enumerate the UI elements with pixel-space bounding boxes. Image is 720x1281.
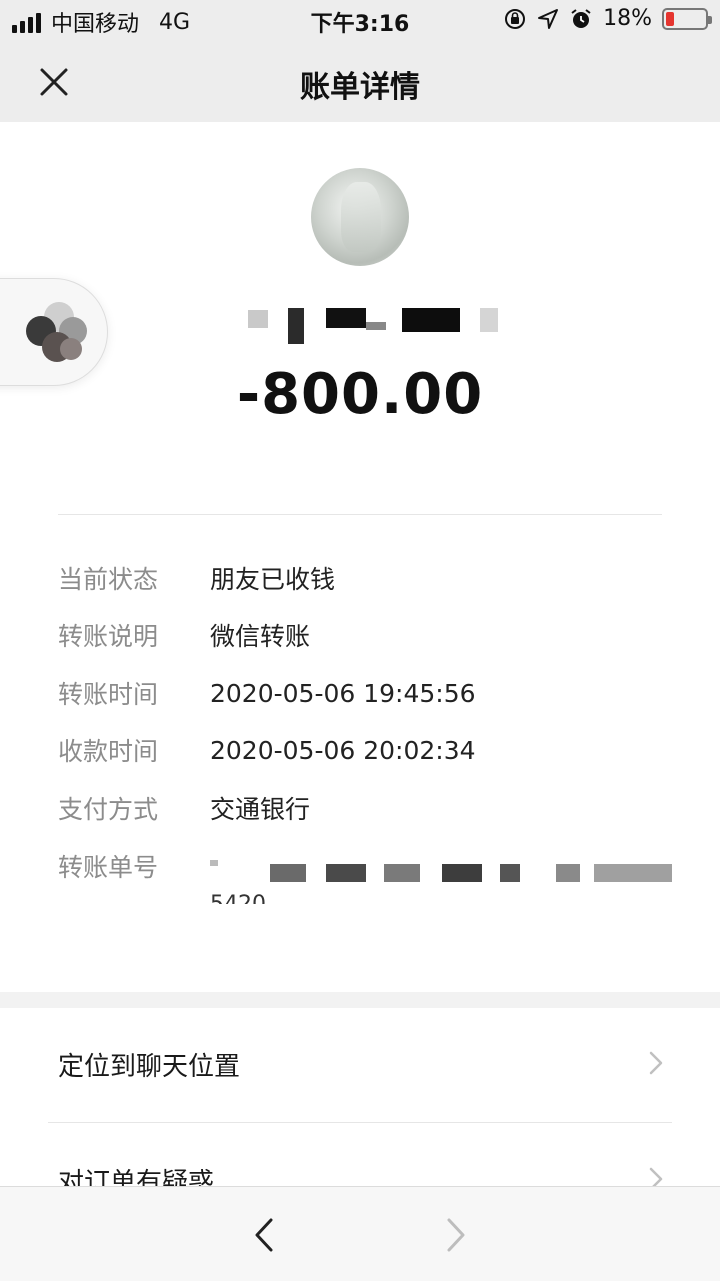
detail-row-transfer-time: 转账时间 2020-05-06 19:45:56: [58, 673, 476, 713]
locate-chat-button[interactable]: 定位到聊天位置: [0, 1008, 720, 1120]
forward-button[interactable]: [432, 1211, 480, 1259]
order-question-label: 对订单有疑惑: [58, 1168, 215, 1186]
detail-row-note: 转账说明 微信转账: [58, 615, 310, 655]
detail-value: 朋友已收钱: [210, 565, 336, 594]
detail-row-receive-time: 收款时间 2020-05-06 20:02:34: [58, 730, 476, 770]
order-question-button[interactable]: 对订单有疑惑: [0, 1124, 720, 1186]
back-button[interactable]: [240, 1211, 288, 1259]
transaction-number-tail: 5420: [210, 890, 266, 904]
action-divider: [48, 1122, 672, 1123]
payee-name-redacted: [248, 300, 508, 346]
alarm-icon: [571, 8, 591, 28]
status-right: 18%: [503, 6, 712, 31]
amount-divider: [58, 514, 662, 515]
chevron-right-icon: [649, 1167, 663, 1186]
page-title: 账单详情: [300, 70, 420, 105]
chevron-right-icon: [649, 1051, 663, 1075]
floating-window-icon: [26, 302, 87, 362]
detail-row-status: 当前状态 朋友已收钱: [58, 558, 335, 598]
detail-label: 转账单号: [58, 853, 159, 882]
battery-percent: 18%: [603, 6, 652, 31]
detail-label: 收款时间: [58, 737, 159, 766]
detail-value: 2020-05-06 20:02:34: [210, 735, 476, 765]
detail-label: 转账说明: [58, 622, 159, 651]
detail-row-transaction-number: 转账单号: [58, 846, 210, 886]
nav-bar: 账单详情: [0, 40, 720, 122]
chevron-left-icon: [255, 1218, 273, 1252]
locate-chat-label: 定位到聊天位置: [58, 1052, 241, 1082]
transaction-number-redacted: [210, 854, 680, 904]
chevron-right-icon: [447, 1218, 465, 1252]
transfer-amount: -800.00: [236, 362, 484, 427]
orientation-lock-icon: [505, 8, 526, 29]
avatar: [311, 168, 409, 266]
detail-label: 转账时间: [58, 680, 159, 709]
detail-value: 微信转账: [210, 622, 311, 651]
detail-label: 支付方式: [58, 795, 159, 824]
detail-value: 交通银行: [210, 795, 311, 824]
bottom-nav-bar: [0, 1186, 720, 1281]
battery-icon: [662, 7, 712, 30]
section-gap: [0, 992, 720, 1008]
detail-label: 当前状态: [58, 565, 159, 594]
status-bar: 中国移动 4G 下午3:16 18%: [0, 0, 720, 40]
detail-value: 2020-05-06 19:45:56: [210, 678, 476, 708]
detail-row-payment-method: 支付方式 交通银行: [58, 788, 310, 828]
location-arrow-icon: [538, 8, 559, 29]
